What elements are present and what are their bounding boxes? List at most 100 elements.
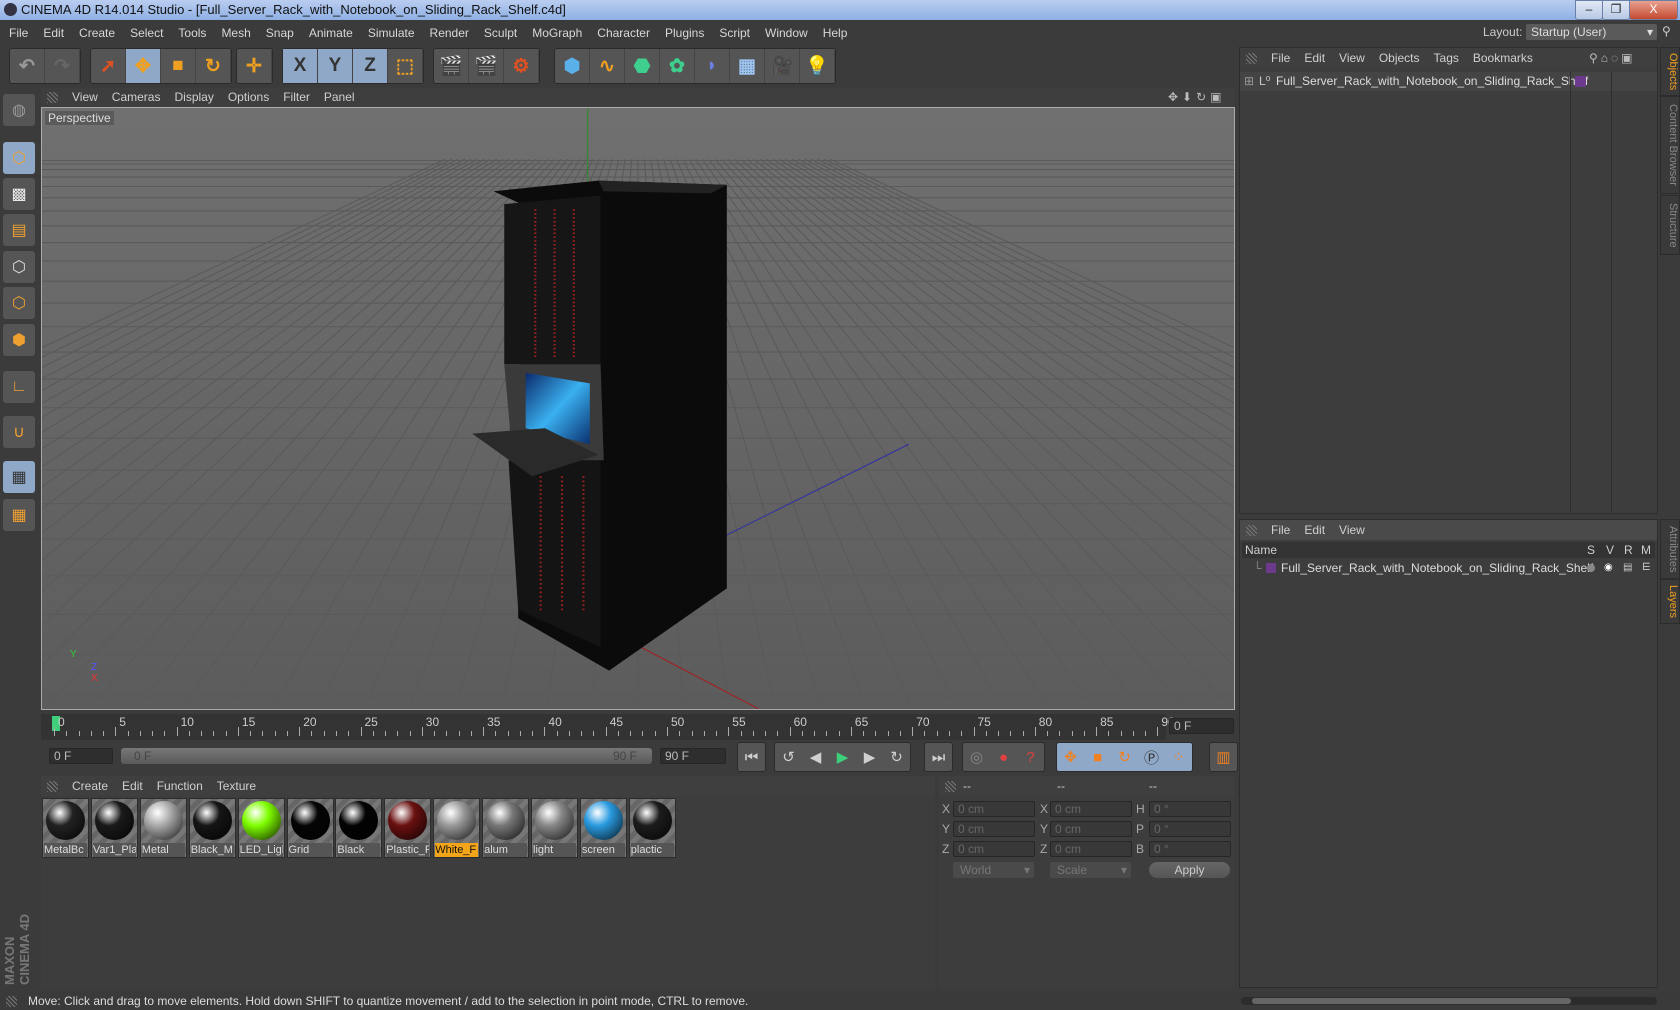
render-settings-icon[interactable]: ⚙ [504,49,539,83]
coord-field-b[interactable]: 0 ° [1149,841,1231,857]
coord-field-x[interactable]: 0 cm [1050,801,1132,817]
end-frame-field[interactable]: 90 F [660,748,726,764]
object-name[interactable]: Full_Server_Rack_with_Notebook_on_Slidin… [1276,72,1588,91]
lock-workplane-icon[interactable]: ▦ [3,499,35,531]
previous-key-icon[interactable]: ↺ [775,743,802,771]
tab-content-browser[interactable]: Content Browser [1660,96,1680,194]
object-menu-objects[interactable]: Objects [1379,51,1420,65]
model-mode-icon[interactable]: ⬡ [3,142,35,174]
viewport-menu-panel[interactable]: Panel [324,90,355,104]
deformer-icon[interactable]: ◗ [695,49,730,83]
move-tool-icon[interactable]: ✥ [126,49,161,83]
restore-button[interactable]: ❐ [1602,0,1630,20]
layer-color-swatch[interactable] [1266,563,1276,573]
menu-edit[interactable]: Edit [43,26,64,40]
material-menu-create[interactable]: Create [72,779,108,793]
render-view-icon[interactable]: 🎬 [434,49,469,83]
viewport-menu-filter[interactable]: Filter [283,90,310,104]
visible-eye-icon[interactable]: ◉ [1604,560,1613,576]
layer-menu-view[interactable]: View [1339,523,1365,537]
menu-mesh[interactable]: Mesh [221,26,250,40]
viewport-menu-view[interactable]: View [72,90,98,104]
nurbs-icon[interactable]: ⬣ [625,49,660,83]
select-tool-icon[interactable]: ➚ [91,49,126,83]
material-swatch[interactable]: Plastic_F [384,798,432,858]
x-axis-lock[interactable]: X [283,49,318,83]
next-frame-icon[interactable]: ▶ [856,743,883,771]
position-key-icon[interactable]: ✥ [1057,743,1084,771]
go-to-start-icon[interactable]: ⏮ [738,743,765,771]
object-manager-tools-icons[interactable]: ⚲⌂◌▣ [1589,48,1636,68]
coord-field-p[interactable]: 0 ° [1149,821,1231,837]
scale-dropdown[interactable]: Scale ▾ [1050,862,1131,878]
viewport-nav-icons[interactable]: ✥⬇↻▣ [1168,88,1226,107]
material-swatch[interactable]: White_F [433,798,481,858]
tab-structure[interactable]: Structure [1660,195,1680,255]
material-swatch[interactable]: screen [579,798,627,858]
tab-layers[interactable]: Layers [1660,579,1680,624]
layer-name[interactable]: Full_Server_Rack_with_Notebook_on_Slidin… [1281,560,1593,576]
keyframe-selection-icon[interactable]: ? [1017,743,1044,771]
coordinate-system-icon[interactable]: ⬚ [388,49,423,83]
material-swatch[interactable]: Metal [139,798,187,858]
material-swatch[interactable]: Grid [286,798,334,858]
z-axis-lock[interactable]: Z [353,49,388,83]
material-menu-texture[interactable]: Texture [217,779,256,793]
snap-icon[interactable]: ▦ [3,461,35,493]
floor-icon[interactable]: ▦ [730,49,765,83]
menu-tools[interactable]: Tools [178,26,206,40]
viewport-menu-options[interactable]: Options [228,90,269,104]
object-menu-edit[interactable]: Edit [1304,51,1325,65]
object-row[interactable]: ⊞ L⁰ Full_Server_Rack_with_Notebook_on_S… [1240,72,1657,91]
material-swatch[interactable]: plactic [628,798,676,858]
scrollbar-thumb[interactable] [1252,998,1571,1004]
tab-attributes[interactable]: Attributes [1660,519,1680,579]
menu-simulate[interactable]: Simulate [368,26,415,40]
param-key-icon[interactable]: Ⓟ [1138,743,1165,771]
render-clapper-icon[interactable]: ▤ [1623,560,1632,576]
workplane-mode-icon[interactable]: ▤ [3,214,35,246]
timeline-icon[interactable]: ▥ [1210,743,1237,771]
apply-button[interactable]: Apply [1149,862,1230,878]
current-frame-field[interactable]: 0 F [1169,718,1234,734]
light-icon[interactable]: 💡 [800,49,835,83]
material-swatch[interactable]: light [531,798,578,858]
expand-icon[interactable]: ⊞ [1244,72,1254,91]
menu-sculpt[interactable]: Sculpt [484,26,517,40]
rotation-key-icon[interactable]: ↻ [1111,743,1138,771]
manager-hierarchy-icon[interactable]: ⋿ [1642,560,1651,576]
y-axis-lock[interactable]: Y [318,49,353,83]
cube-icon[interactable]: ⬢ [555,49,590,83]
object-menu-tags[interactable]: Tags [1434,51,1459,65]
autokey-icon[interactable]: ● [990,743,1017,771]
menu-plugins[interactable]: Plugins [665,26,704,40]
menu-create[interactable]: Create [79,26,115,40]
viewport-menu-display[interactable]: Display [174,90,213,104]
points-mode-icon[interactable]: ⬡ [3,251,35,283]
viewport-solo-icon[interactable]: ◍ [3,94,35,126]
layer-menu-edit[interactable]: Edit [1304,523,1325,537]
frame-range-slider[interactable]: 0 F 90 F [121,748,652,764]
coord-field-x[interactable]: 0 cm [953,801,1035,817]
minimize-button[interactable]: – [1575,0,1603,20]
coord-field-y[interactable]: 0 cm [1050,821,1132,837]
go-to-end-icon[interactable]: ⏭ [925,743,952,771]
menu-file[interactable]: File [9,26,28,40]
material-swatch[interactable]: MetalBc [42,798,89,858]
solo-toggle[interactable] [1587,564,1595,572]
polygons-mode-icon[interactable]: ⬢ [3,324,35,356]
search-icon[interactable]: ⚲ [1662,24,1671,38]
menu-snap[interactable]: Snap [266,26,294,40]
menu-mograph[interactable]: MoGraph [532,26,582,40]
coord-field-z[interactable]: 0 cm [1050,841,1132,857]
layout-dropdown[interactable]: Startup (User) ▾ [1526,24,1657,40]
scale-key-icon[interactable]: ■ [1084,743,1111,771]
material-swatch[interactable]: Black [335,798,383,858]
previous-frame-icon[interactable]: ◀ [802,743,829,771]
material-menu-edit[interactable]: Edit [122,779,143,793]
timeline-ruler[interactable]: 051015202530354045505560657075808590 [41,714,1175,740]
play-icon[interactable]: ▶ [829,743,856,771]
rotate-tool-icon[interactable]: ↻ [196,49,231,83]
object-menu-file[interactable]: File [1271,51,1290,65]
array-icon[interactable]: ✿ [660,49,695,83]
